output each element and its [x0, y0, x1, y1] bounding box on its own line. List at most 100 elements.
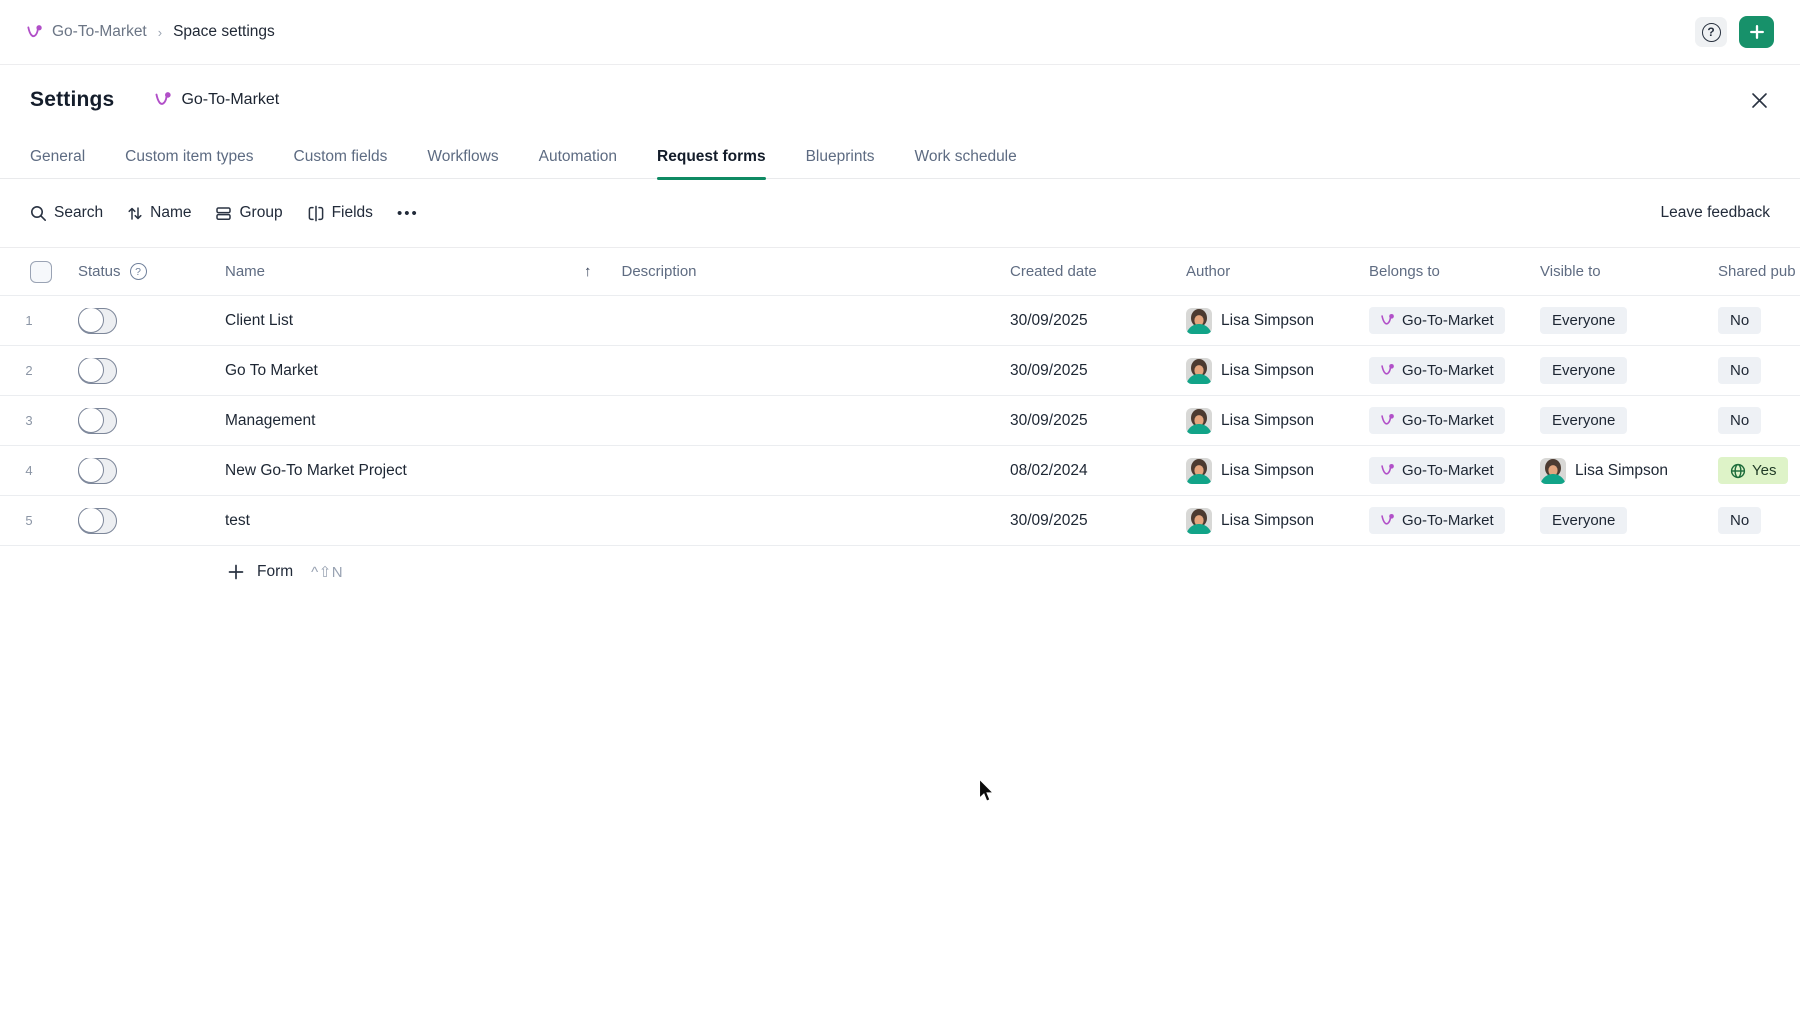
column-header-name[interactable]: Name [225, 263, 265, 280]
shared-publicly-pill: No [1718, 357, 1761, 384]
breadcrumb-current-page: Space settings [173, 23, 275, 41]
status-toggle[interactable] [78, 358, 117, 384]
select-all-checkbox[interactable] [30, 261, 52, 283]
author-name: Lisa Simpson [1221, 462, 1314, 480]
mouse-cursor [978, 778, 997, 805]
tab-custom-fields[interactable]: Custom fields [294, 135, 388, 179]
status-toggle[interactable] [78, 458, 117, 484]
breadcrumb-space-link[interactable]: Go-To-Market [52, 23, 147, 41]
add-form-button[interactable]: Form [228, 563, 293, 581]
author-avatar [1186, 308, 1212, 334]
list-toolbar: Search Name Group Fields ••• Leave feedb… [0, 179, 1800, 247]
author-name: Lisa Simpson [1221, 412, 1314, 430]
tab-workflows[interactable]: Workflows [427, 135, 498, 179]
shared-label: No [1730, 312, 1749, 329]
add-button[interactable] [1739, 16, 1774, 48]
space-icon [1380, 313, 1395, 328]
shared-label: No [1730, 362, 1749, 379]
sort-button[interactable]: Name [127, 204, 191, 222]
visible-to-label: Everyone [1552, 512, 1615, 529]
leave-feedback-button[interactable]: Leave feedback [1661, 204, 1770, 222]
tab-request-forms[interactable]: Request forms [657, 135, 766, 179]
table-row[interactable]: 5 test 30/09/2025 Lisa Simpson Go-To-Mar… [0, 496, 1800, 546]
search-button[interactable]: Search [30, 204, 103, 222]
belongs-to-badge[interactable]: Go-To-Market [1369, 507, 1505, 534]
toggle-knob [78, 358, 104, 384]
visible-to-pill: Everyone [1540, 407, 1627, 434]
belongs-to-badge[interactable]: Go-To-Market [1369, 307, 1505, 334]
form-name[interactable]: test [225, 512, 250, 530]
belongs-to-badge[interactable]: Go-To-Market [1369, 407, 1505, 434]
table-body: 1 Client List 30/09/2025 Lisa Simpson Go… [0, 296, 1800, 546]
author-cell: Lisa Simpson [1175, 308, 1358, 334]
table-row[interactable]: 3 Management 30/09/2025 Lisa Simpson Go-… [0, 396, 1800, 446]
request-forms-table: Status ? Name ↑ Description Created date… [0, 247, 1800, 546]
column-header-description[interactable]: Description [592, 263, 697, 280]
created-date: 30/09/2025 [1010, 312, 1088, 330]
more-options-button[interactable]: ••• [397, 205, 419, 222]
space-icon [1380, 513, 1395, 528]
sort-ascending-icon[interactable]: ↑ [584, 263, 592, 280]
column-header-author[interactable]: Author [1186, 263, 1230, 280]
table-row[interactable]: 4 New Go-To Market Project 08/02/2024 Li… [0, 446, 1800, 496]
group-button[interactable]: Group [215, 204, 282, 222]
author-avatar [1186, 458, 1212, 484]
column-header-belongs-to[interactable]: Belongs to [1369, 263, 1440, 280]
author-cell: Lisa Simpson [1175, 458, 1358, 484]
created-date: 30/09/2025 [1010, 512, 1088, 530]
app-window: Go-To-Market › Space settings ? Settings… [0, 0, 1800, 1025]
toggle-knob [78, 408, 104, 434]
column-header-status[interactable]: Status [78, 263, 121, 280]
plus-icon [1748, 23, 1766, 41]
row-number: 1 [25, 313, 32, 328]
keyboard-shortcut: ^⇧N [311, 563, 343, 581]
form-name[interactable]: Go To Market [225, 362, 318, 380]
shared-publicly-pill: No [1718, 407, 1761, 434]
visible-to-pill: Everyone [1540, 307, 1627, 334]
shared-publicly-pill: No [1718, 507, 1761, 534]
visible-to-cell: Everyone [1530, 357, 1708, 384]
visible-to-cell: Everyone [1530, 307, 1708, 334]
belongs-to-badge[interactable]: Go-To-Market [1369, 457, 1505, 484]
tab-custom-item-types[interactable]: Custom item types [125, 135, 253, 179]
help-button[interactable]: ? [1695, 17, 1727, 47]
tab-work-schedule[interactable]: Work schedule [915, 135, 1017, 179]
form-name[interactable]: New Go-To Market Project [225, 462, 407, 480]
space-icon [26, 24, 43, 41]
status-help-icon[interactable]: ? [130, 263, 147, 280]
belongs-to-label: Go-To-Market [1402, 362, 1494, 379]
group-icon [215, 205, 232, 222]
tabs-bar: General Custom item types Custom fields … [0, 135, 1800, 179]
tab-general[interactable]: General [30, 135, 85, 179]
shared-label: No [1730, 412, 1749, 429]
table-row[interactable]: 2 Go To Market 30/09/2025 Lisa Simpson G… [0, 346, 1800, 396]
belongs-to-label: Go-To-Market [1402, 512, 1494, 529]
status-toggle[interactable] [78, 408, 117, 434]
column-header-visible-to[interactable]: Visible to [1540, 263, 1601, 280]
row-number: 5 [25, 513, 32, 528]
status-toggle[interactable] [78, 308, 117, 334]
fields-button[interactable]: Fields [307, 204, 373, 222]
form-name[interactable]: Client List [225, 312, 293, 330]
author-avatar [1186, 358, 1212, 384]
visible-to-pill: Everyone [1540, 357, 1627, 384]
author-cell: Lisa Simpson [1175, 358, 1358, 384]
belongs-to-badge[interactable]: Go-To-Market [1369, 357, 1505, 384]
top-bar: Go-To-Market › Space settings ? [0, 0, 1800, 65]
visible-to-user: Lisa Simpson [1540, 458, 1668, 484]
space-badge: Go-To-Market [154, 91, 279, 109]
fields-icon [307, 205, 325, 222]
visible-to-cell: Everyone [1530, 407, 1708, 434]
settings-header: Settings Go-To-Market [0, 65, 1800, 135]
column-header-created-date[interactable]: Created date [1010, 263, 1097, 280]
author-avatar [1186, 508, 1212, 534]
tab-blueprints[interactable]: Blueprints [806, 135, 875, 179]
status-toggle[interactable] [78, 508, 117, 534]
shared-publicly-pill: No [1718, 307, 1761, 334]
tab-automation[interactable]: Automation [539, 135, 617, 179]
form-name[interactable]: Management [225, 412, 315, 430]
add-form-row: Form ^⇧N [0, 547, 1800, 597]
close-icon[interactable] [1746, 87, 1772, 113]
table-row[interactable]: 1 Client List 30/09/2025 Lisa Simpson Go… [0, 296, 1800, 346]
column-header-shared-publicly[interactable]: Shared pub [1718, 263, 1796, 280]
